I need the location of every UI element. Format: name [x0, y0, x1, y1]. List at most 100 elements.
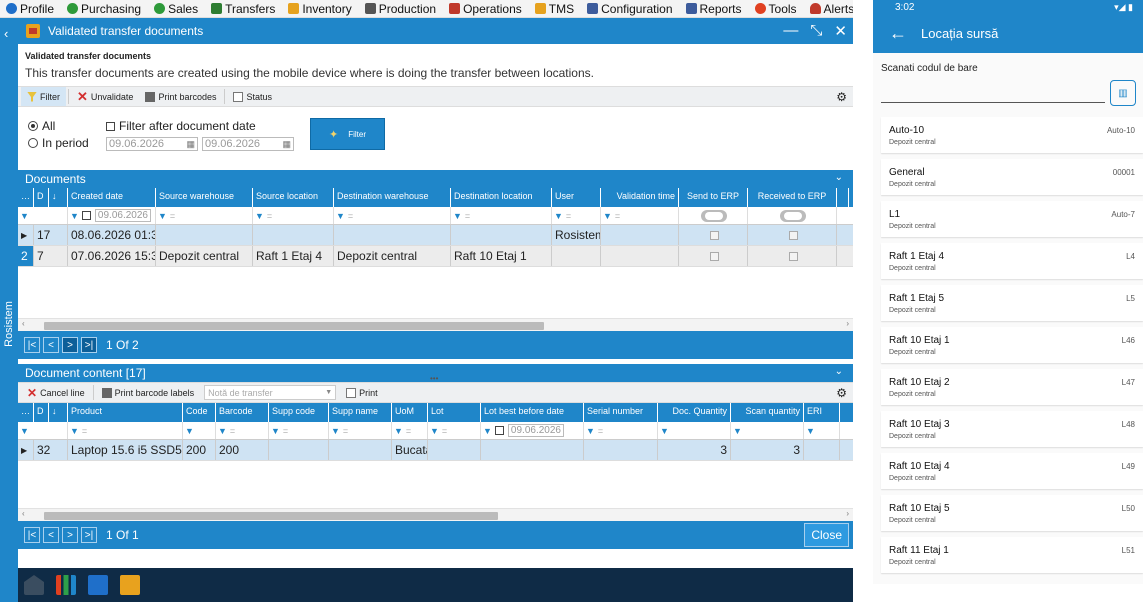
close-icon[interactable]: ✕	[834, 22, 847, 40]
filter-funnel-icon[interactable]: ▼	[586, 426, 595, 436]
checkbox-icon[interactable]	[494, 426, 504, 435]
prev-page-button[interactable]: <	[43, 527, 59, 543]
col-barcode[interactable]: Barcode	[216, 403, 269, 422]
col-destination-warehouse[interactable]: Destination warehouse	[334, 188, 451, 207]
menu-purchasing[interactable]: Purchasing	[67, 2, 141, 16]
calendar-icon[interactable]: ▦	[186, 139, 195, 150]
col-scan-quantity[interactable]: Scan quantity	[731, 403, 804, 422]
list-item[interactable]: Raft 10 Etaj 5 Depozit central L50	[881, 495, 1143, 531]
filter-funnel-icon[interactable]: ▼	[218, 426, 227, 436]
filter-funnel-icon[interactable]: ▼	[255, 211, 264, 221]
send-erp-filter-toggle[interactable]	[701, 209, 727, 222]
documents-horizontal-scrollbar[interactable]: ‹ ›	[18, 318, 853, 331]
list-item[interactable]: Raft 11 Etaj 1 Depozit central L51	[881, 537, 1143, 573]
filter-funnel-icon[interactable]: ▼	[336, 211, 345, 221]
filter-funnel-icon[interactable]: ▼	[603, 211, 612, 221]
menu-profile[interactable]: Profile	[6, 2, 54, 16]
back-chevron-icon[interactable]: ‹	[4, 26, 8, 41]
chevron-down-icon[interactable]: ⌄	[835, 366, 843, 377]
list-item[interactable]: Raft 10 Etaj 4 Depozit central L49	[881, 453, 1143, 489]
last-page-button[interactable]: >|	[81, 527, 97, 543]
scroll-left-icon[interactable]: ‹	[22, 319, 25, 328]
col-source-warehouse[interactable]: Source warehouse	[156, 188, 253, 207]
col-created-date[interactable]: Created date	[68, 188, 156, 207]
settings-gear-icon[interactable]: ⚙	[836, 90, 847, 104]
content-horizontal-scrollbar[interactable]: ‹ ›	[18, 508, 853, 521]
restore-icon[interactable]: ⤡	[810, 22, 822, 40]
list-item[interactable]: Raft 10 Etaj 1 Depozit central L46	[881, 327, 1143, 363]
filter-funnel-icon[interactable]: ▼	[271, 426, 280, 436]
filter-funnel-icon[interactable]: ▼	[733, 426, 742, 436]
checkbox-icon[interactable]	[789, 230, 798, 240]
calendar-icon[interactable]: ▦	[282, 139, 291, 150]
menu-tools[interactable]: Tools	[754, 2, 797, 16]
menu-production[interactable]: Production	[364, 2, 436, 16]
barcode-input[interactable]	[881, 83, 1105, 103]
close-button[interactable]: Close	[804, 523, 849, 547]
cancel-line-button[interactable]: ✕ Cancel line	[21, 383, 91, 402]
col-received-to-erp[interactable]: Received to ERP	[748, 188, 837, 207]
list-item[interactable]: Raft 10 Etaj 2 Depozit central L47	[881, 369, 1143, 405]
row-expand-icon[interactable]: ▶	[18, 225, 34, 245]
filter-funnel-icon[interactable]: ▼	[70, 211, 79, 221]
list-item[interactable]: Raft 10 Etaj 3 Depozit central L48	[881, 411, 1143, 447]
checkbox-icon[interactable]	[710, 251, 719, 261]
col-send-to-erp[interactable]: Send to ERP	[679, 188, 748, 207]
list-item[interactable]: Raft 1 Etaj 4 Depozit central L4	[881, 243, 1143, 279]
col-lot-bbd[interactable]: Lot best before date	[481, 403, 584, 422]
list-item[interactable]: Raft 1 Etaj 5 Depozit central L5	[881, 285, 1143, 321]
status-button[interactable]: Status	[227, 87, 278, 106]
menu-reports[interactable]: Reports	[685, 2, 742, 16]
print-button[interactable]: Print	[340, 383, 384, 402]
filter-funnel-icon[interactable]: ▼	[185, 426, 194, 436]
scroll-thumb[interactable]	[44, 512, 498, 520]
menu-alerts[interactable]: Alerts	[809, 2, 854, 16]
filter-toggle-button[interactable]: Filter	[21, 87, 66, 106]
created-date-filter[interactable]: 09.06.2026	[94, 209, 151, 222]
filter-funnel-icon[interactable]: ▼	[20, 426, 29, 436]
filter-funnel-icon[interactable]: ▼	[483, 426, 492, 436]
transfer-note-select[interactable]: Notă de transfer ▼	[204, 385, 337, 400]
filter-funnel-icon[interactable]: ▼	[453, 211, 462, 221]
scroll-right-icon[interactable]: ›	[846, 509, 849, 518]
barcode-scan-button[interactable]: ▥	[1110, 80, 1136, 106]
chevron-down-icon[interactable]: ⌄	[835, 172, 843, 183]
filter-after-date-checkbox[interactable]: Filter after document date	[106, 119, 256, 133]
col-sort[interactable]: ↓	[49, 403, 68, 422]
col-erp[interactable]: ERI	[804, 403, 840, 422]
unvalidate-button[interactable]: ✕ Unvalidate	[71, 87, 139, 106]
col-user[interactable]: User	[552, 188, 601, 207]
col-doc-quantity[interactable]: Doc. Quantity	[658, 403, 731, 422]
col-supp-name[interactable]: Supp name	[329, 403, 392, 422]
first-page-button[interactable]: |<	[24, 527, 40, 543]
col-validation-time[interactable]: Validation time	[601, 188, 679, 207]
col-d[interactable]: D	[34, 188, 49, 207]
next-page-button[interactable]: >	[62, 527, 78, 543]
filter-funnel-icon[interactable]: ▼	[430, 426, 439, 436]
col-expand[interactable]: …	[18, 188, 34, 207]
filter-funnel-icon[interactable]: ▼	[158, 211, 167, 221]
print-barcodes-button[interactable]: Print barcodes	[139, 87, 222, 106]
scroll-left-icon[interactable]: ‹	[22, 509, 25, 518]
prev-page-button[interactable]: <	[43, 337, 59, 353]
menu-sales[interactable]: Sales	[154, 2, 198, 16]
lot-bbd-filter[interactable]: 09.06.2026	[507, 424, 564, 437]
scroll-thumb[interactable]	[44, 322, 544, 330]
warehouse-icon[interactable]	[24, 575, 44, 595]
filter-funnel-icon[interactable]: ▼	[554, 211, 563, 221]
checkbox-icon[interactable]	[789, 251, 798, 261]
last-page-button[interactable]: >|	[81, 337, 97, 353]
received-erp-filter-toggle[interactable]	[780, 209, 806, 222]
list-item[interactable]: Auto-10 Depozit central Auto-10	[881, 117, 1143, 153]
back-arrow-icon[interactable]: ←	[889, 23, 907, 44]
col-sort[interactable]: ↓	[49, 188, 68, 207]
filter-funnel-icon[interactable]: ▼	[20, 211, 29, 221]
checkbox-icon[interactable]	[81, 211, 91, 220]
checkbox-icon[interactable]	[710, 230, 719, 240]
apply-filter-button[interactable]: ✦ Filter	[310, 118, 385, 150]
minimize-icon[interactable]: —	[783, 22, 798, 40]
col-lot[interactable]: Lot	[428, 403, 481, 422]
filter-funnel-icon[interactable]: ▼	[394, 426, 403, 436]
table-row[interactable]: 2 7 07.06.2026 15:36 Depozit central Raf…	[18, 246, 853, 267]
splitter-grip-icon[interactable]: •••	[430, 374, 438, 383]
